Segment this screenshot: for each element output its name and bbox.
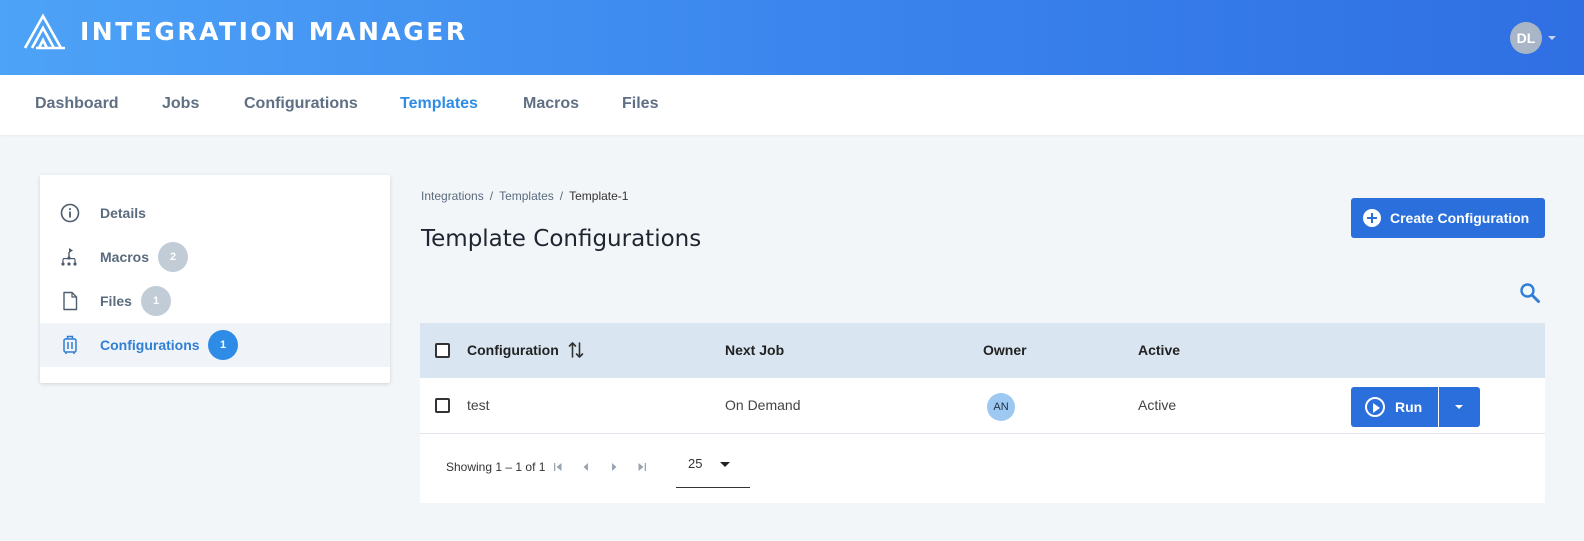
template-sidebar: Details Macros 2 Files 1 Configurations …	[40, 175, 390, 383]
nav-macros[interactable]: Macros	[523, 95, 579, 113]
table-header: Configuration Next Job Owner Active	[420, 323, 1545, 378]
breadcrumb-separator: /	[489, 189, 494, 203]
plus-circle-icon	[1363, 209, 1381, 227]
breadcrumb-separator: /	[559, 189, 564, 203]
app-header: INTEGRATION MANAGER DL	[0, 0, 1584, 75]
app-logo-icon	[23, 13, 65, 50]
sidebar-item-configurations[interactable]: Configurations 1	[40, 323, 390, 367]
main-nav: Dashboard Jobs Configurations Templates …	[0, 75, 1584, 135]
macros-count-badge: 2	[158, 242, 188, 272]
breadcrumb-current: Template-1	[569, 189, 629, 203]
select-all-checkbox[interactable]	[435, 343, 450, 358]
previous-page-icon[interactable]	[580, 460, 592, 474]
sidebar-item-label: Configurations	[100, 337, 200, 353]
first-page-icon[interactable]	[552, 460, 564, 474]
configurations-icon	[63, 335, 77, 354]
page-size-value: 25	[688, 456, 703, 471]
breadcrumb: Integrations / Templates / Template-1	[421, 189, 628, 203]
file-icon	[63, 291, 78, 311]
nav-dashboard[interactable]: Dashboard	[35, 95, 119, 113]
column-header-active: Active	[1138, 342, 1181, 358]
run-label: Run	[1395, 399, 1423, 415]
user-avatar[interactable]: DL	[1510, 22, 1542, 54]
page-size-select[interactable]: 25	[676, 452, 750, 488]
chevron-down-icon	[720, 462, 730, 467]
files-count-badge: 1	[141, 286, 171, 316]
app-title: INTEGRATION MANAGER	[80, 17, 468, 46]
configurations-table: Configuration Next Job Owner Active test…	[420, 323, 1545, 503]
sort-icon[interactable]	[568, 341, 584, 359]
sidebar-item-details[interactable]: Details	[40, 191, 390, 235]
run-options-dropdown[interactable]	[1439, 387, 1480, 427]
page-title: Template Configurations	[421, 226, 702, 252]
user-menu-caret-icon[interactable]	[1548, 36, 1556, 40]
nav-templates[interactable]: Templates	[400, 95, 478, 113]
sidebar-item-files[interactable]: Files 1	[40, 279, 390, 323]
play-icon	[1365, 397, 1385, 417]
sidebar-item-label: Macros	[100, 249, 150, 265]
info-icon	[60, 203, 80, 223]
pagination-summary: Showing 1 – 1 of 1	[446, 460, 546, 474]
nav-jobs[interactable]: Jobs	[162, 95, 199, 113]
table-row: test On Demand AN Active Run	[420, 378, 1545, 434]
active-status: Active	[1138, 397, 1177, 413]
next-job: On Demand	[725, 397, 801, 413]
column-header-configuration[interactable]: Configuration	[467, 342, 559, 358]
column-header-next-job: Next Job	[725, 342, 785, 358]
configuration-name[interactable]: test	[467, 397, 490, 413]
row-checkbox[interactable]	[435, 398, 450, 413]
macro-tree-icon	[61, 248, 77, 266]
owner-avatar: AN	[987, 393, 1015, 421]
sidebar-item-label: Files	[100, 293, 132, 309]
nav-configurations[interactable]: Configurations	[244, 95, 358, 113]
run-button[interactable]: Run	[1351, 387, 1438, 427]
create-configuration-button[interactable]: Create Configuration	[1351, 198, 1545, 238]
pagination: Showing 1 – 1 of 1 25	[420, 434, 1545, 503]
nav-files[interactable]: Files	[622, 95, 658, 113]
breadcrumb-integrations[interactable]: Integrations	[421, 189, 484, 203]
configurations-count-badge: 1	[208, 330, 238, 360]
next-page-icon[interactable]	[608, 460, 620, 474]
create-configuration-label: Create Configuration	[1390, 210, 1530, 226]
column-header-owner: Owner	[983, 342, 1027, 358]
breadcrumb-templates[interactable]: Templates	[499, 189, 554, 203]
last-page-icon[interactable]	[636, 460, 648, 474]
sidebar-item-macros[interactable]: Macros 2	[40, 235, 390, 279]
sidebar-item-label: Details	[100, 205, 146, 221]
search-icon[interactable]	[1519, 282, 1541, 304]
